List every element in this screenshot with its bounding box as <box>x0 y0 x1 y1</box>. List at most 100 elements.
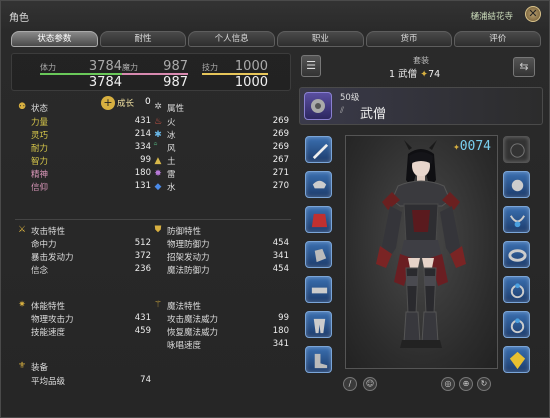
elements-label: 风 <box>167 144 176 154</box>
camera-icon[interactable]: ◎ <box>441 377 455 391</box>
magic-row[interactable]: 攻击魔法威力 99 <box>167 313 289 326</box>
waist-slot[interactable] <box>305 276 332 303</box>
offhand-slot-empty[interactable] <box>503 136 530 163</box>
attributes-row[interactable]: 耐力 334 <box>31 142 151 155</box>
gearset-number: 1 <box>389 69 396 80</box>
legs-icon <box>313 318 326 334</box>
elements-row[interactable]: ◆ 水 270 <box>153 181 289 194</box>
ring-2-icon <box>510 318 525 334</box>
magic-header: 魔法特性 <box>167 302 202 312</box>
magic-value: 341 <box>272 339 289 349</box>
character-model <box>376 140 466 348</box>
rotate-icon[interactable]: ↻ <box>477 377 491 391</box>
ring-slot[interactable] <box>503 276 530 303</box>
soul-crystal-slot[interactable] <box>503 346 530 373</box>
elements-row[interactable]: ✱ 冰 269 <box>153 129 289 142</box>
gearset-list-icon[interactable]: ☰ <box>301 55 321 77</box>
attributes-row[interactable]: 灵巧 214 <box>31 129 151 142</box>
sword-icon: ⚔ <box>17 225 27 235</box>
physical-row[interactable]: 物理攻击力 431 <box>31 313 151 326</box>
legs-slot[interactable] <box>305 311 332 338</box>
magic-row[interactable]: 恢复魔法威力 180 <box>167 326 289 339</box>
gear-value: 74 <box>140 375 151 385</box>
weapon-slot[interactable] <box>305 136 332 163</box>
tab-rating[interactable]: 评价 <box>454 31 542 47</box>
plus-icon[interactable]: + <box>101 96 115 110</box>
head-slot[interactable] <box>305 171 332 198</box>
tab-class[interactable]: 职业 <box>277 31 364 47</box>
elements-value: 269 <box>272 142 289 152</box>
gearset-info[interactable]: 1 武僧 ✦74 <box>389 66 440 80</box>
defense-row[interactable]: 魔法防御力 454 <box>167 264 289 277</box>
ring-slot-2[interactable] <box>503 311 530 338</box>
elements-value: 270 <box>272 181 289 191</box>
title-bar[interactable]: 角色 樋浦結花寺 ✕ <box>1 1 549 27</box>
defense-row[interactable]: 招架发动力 341 <box>167 251 289 264</box>
attributes-value: 431 <box>134 116 151 126</box>
defense-header: 防御特性 <box>167 227 202 237</box>
neck-slot[interactable] <box>503 206 530 233</box>
attributes-value: 99 <box>140 155 151 165</box>
ears-slot[interactable] <box>503 171 530 198</box>
tab-profile[interactable]: 个人信息 <box>188 31 276 47</box>
attributes-row[interactable]: 智力 99 <box>31 155 151 168</box>
tab-status[interactable]: 状态参数 <box>11 31 98 47</box>
elements-row[interactable]: ♨ 火 269 <box>153 116 289 129</box>
magic-row[interactable]: 咏唱速度 341 <box>167 339 289 352</box>
offense-value: 372 <box>134 251 151 261</box>
physical-label: 技能速度 <box>31 328 66 338</box>
defense-row[interactable]: 物理防御力 454 <box>167 238 289 251</box>
magic-label: 恢复魔法威力 <box>167 328 219 338</box>
attributes-row[interactable]: 精神 180 <box>31 168 151 181</box>
attributes-label: 力量 <box>31 118 49 128</box>
body-slot[interactable] <box>305 206 332 233</box>
physical-row[interactable]: 技能速度 459 <box>31 326 151 339</box>
swap-gearset-icon[interactable]: ⇆ <box>513 57 535 77</box>
character-portrait[interactable]: ✦0074 <box>345 135 498 369</box>
wrists-icon <box>508 249 527 262</box>
hands-slot[interactable] <box>305 241 332 268</box>
emote-icon[interactable]: ☺ <box>363 377 377 391</box>
magic-label: 咏唱速度 <box>167 341 202 351</box>
fire-icon: ♨ <box>153 117 163 127</box>
elements-row[interactable]: ▲ 土 267 <box>153 155 289 168</box>
weapon-draw-icon[interactable]: ∕ <box>343 377 357 391</box>
growth-widget[interactable]: + 成长 0 <box>101 96 159 110</box>
feet-slot[interactable] <box>305 346 332 373</box>
attributes-label: 精神 <box>31 170 49 180</box>
tab-currency[interactable]: 货币 <box>365 31 453 47</box>
attributes-row[interactable]: 力量 431 <box>31 116 151 129</box>
offense-value: 236 <box>134 264 151 274</box>
zoom-icon[interactable]: ⊕ <box>459 377 473 391</box>
job-name: 武僧 <box>360 107 387 122</box>
elements-label: 土 <box>167 157 176 167</box>
offense-header: 攻击特性 <box>31 227 66 237</box>
elements-value: 269 <box>272 129 289 139</box>
elements-label: 冰 <box>167 131 176 141</box>
magic-value: 99 <box>278 313 289 323</box>
offense-value: 512 <box>134 238 151 248</box>
elements-row[interactable]: ꩰ风 269 <box>153 142 289 155</box>
elements-row[interactable]: ✸ 雷 271 <box>153 168 289 181</box>
magic-label: 攻击魔法威力 <box>167 315 219 325</box>
earth-icon: ▲ <box>154 156 162 166</box>
window-title: 角色 <box>9 13 29 24</box>
offense-row[interactable]: 命中力 512 <box>31 238 151 251</box>
mp-label: 魔力 <box>122 63 138 72</box>
gear-row[interactable]: 平均品级 74 <box>31 375 151 388</box>
offense-row[interactable]: 暴击发动力 372 <box>31 251 151 264</box>
physical-value: 431 <box>134 313 151 323</box>
tp-max: 1000 <box>234 75 268 90</box>
defense-value: 454 <box>272 264 289 274</box>
wrists-slot[interactable] <box>503 241 530 268</box>
growth-label: 成长 <box>117 99 135 109</box>
attributes-row[interactable]: 信仰 131 <box>31 181 151 194</box>
attributes-value: 334 <box>134 142 151 152</box>
item-level-icon: ✦ <box>420 69 429 80</box>
close-icon[interactable]: ✕ <box>525 6 541 22</box>
strength-icon: ✷ <box>18 300 26 310</box>
character-window: 角色 樋浦結花寺 ✕ 状态参数 耐性 个人信息 职业 货币 评价 体力 3784… <box>0 0 550 418</box>
offense-row[interactable]: 信念 236 <box>31 264 151 277</box>
waist-icon <box>311 287 328 294</box>
tab-resistance[interactable]: 耐性 <box>99 31 187 47</box>
